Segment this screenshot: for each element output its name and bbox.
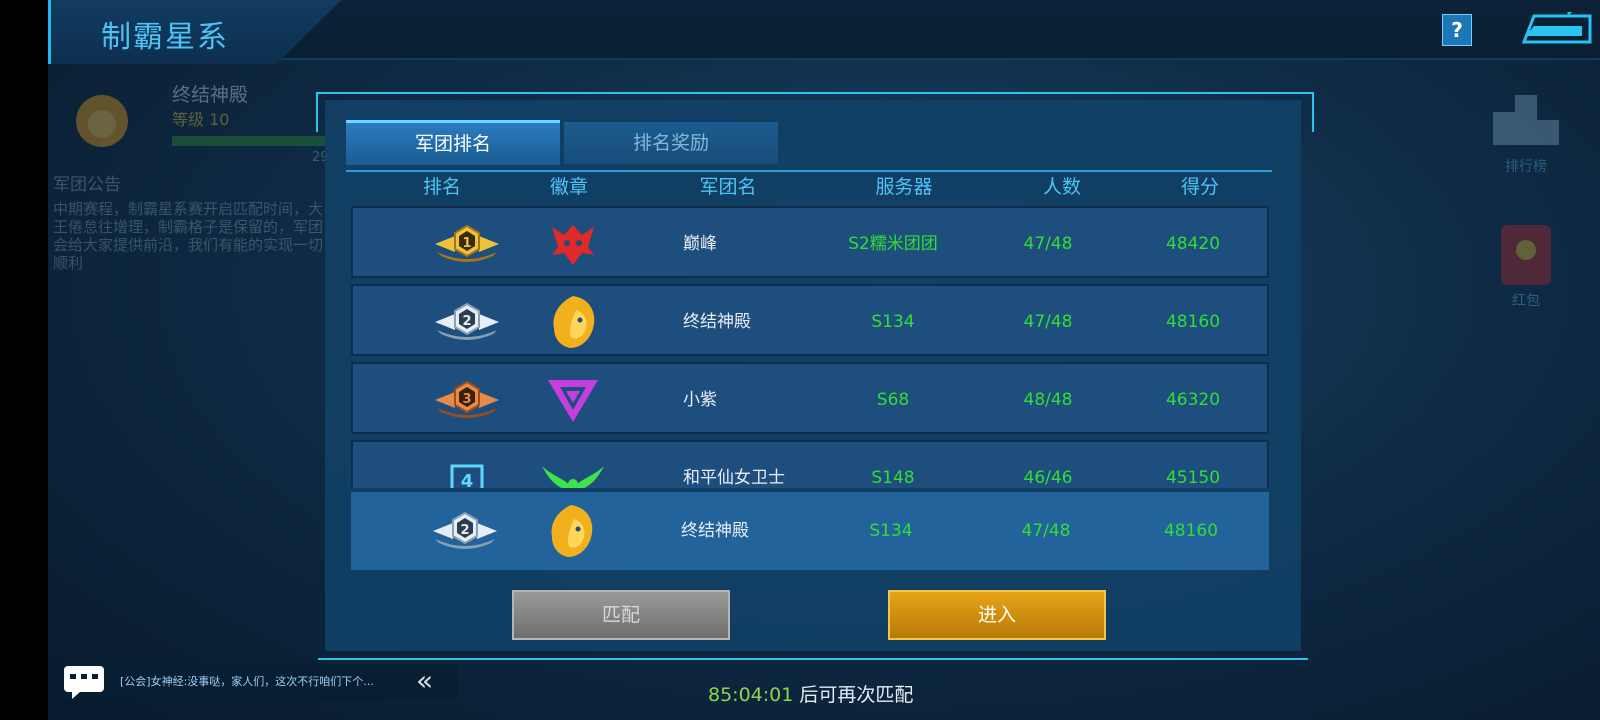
screen: 终结神殿 等级 10 29328/... 军团公告 中期赛程，制霸星系赛开启匹配… xyxy=(0,0,1600,720)
rank-badge-icon: 2 xyxy=(405,492,525,570)
game-viewport: 终结神殿 等级 10 29328/... 军团公告 中期赛程，制霸星系赛开启匹配… xyxy=(48,0,1600,720)
column-header-score: 得分 xyxy=(1180,176,1219,198)
gold-lion-icon xyxy=(553,296,595,348)
server-name: S134 xyxy=(871,312,915,332)
guild-level: 等级 10 xyxy=(172,110,230,129)
help-button[interactable]: ? xyxy=(1442,14,1472,46)
green-wings-icon xyxy=(542,466,604,488)
column-header-badge: 徽章 xyxy=(549,176,588,198)
guild-name: 终结神殿 xyxy=(172,84,249,106)
rank-badge-icon: 2 xyxy=(407,286,527,358)
match-cooldown: 85:04:01 后可再次匹配 xyxy=(708,680,913,707)
column-header-members: 人数 xyxy=(1042,176,1081,198)
ranking-row[interactable]: 1 巅峰 S2糯米团团 47/48 48420 xyxy=(351,206,1269,278)
notice-title: 军团公告 xyxy=(53,175,121,195)
purple-triangle-icon xyxy=(533,364,613,436)
server-name: S134 xyxy=(869,521,913,541)
member-count: 46/46 xyxy=(1023,468,1073,488)
member-count: 47/48 xyxy=(1023,312,1073,332)
member-count: 47/48 xyxy=(1021,521,1071,541)
server-name: S68 xyxy=(876,390,910,410)
chat-bubble-icon[interactable] xyxy=(62,664,108,700)
column-header-server: 服务器 xyxy=(875,176,933,198)
cooldown-time: 85:04:01 xyxy=(708,684,794,706)
ranking-row[interactable]: 3 小紫 S68 48/48 46320 xyxy=(351,362,1269,434)
member-count: 47/48 xyxy=(1023,234,1073,254)
red-demon-icon xyxy=(552,225,594,265)
guild-score: 46320 xyxy=(1165,390,1221,410)
rank-badge-icon: 4 xyxy=(450,464,484,488)
enter-button[interactable]: 进入 xyxy=(888,590,1106,640)
my-guild-row-content[interactable]: 2 终结神殿 S134 47/48 48160 xyxy=(351,492,1269,570)
match-button[interactable]: 匹配 xyxy=(512,590,730,640)
cooldown-text: 后可再次匹配 xyxy=(793,684,914,706)
column-header-rank: 排名 xyxy=(422,176,461,198)
rank-badge-icon: 2 xyxy=(433,511,497,549)
tab-guild-ranking[interactable]: 军团排名 xyxy=(346,120,560,165)
svg-text:2: 2 xyxy=(462,314,471,329)
my-guild-row: 2 终结神殿 S134 47/48 48160 xyxy=(351,492,1269,570)
gold-lion-icon xyxy=(531,492,611,570)
svg-text:4: 4 xyxy=(461,471,474,488)
member-count: 48/48 xyxy=(1023,390,1073,410)
server-name: S2糯米团团 xyxy=(848,234,938,254)
back-arrow-icon xyxy=(1521,4,1592,44)
green-wings-icon xyxy=(533,442,613,488)
chat-message: [公会]女神经:没事哒，家人们，这次不行咱们下个... xyxy=(120,675,374,688)
rank-badge-icon: 2 xyxy=(435,302,499,340)
page-title: 制霸星系 xyxy=(101,20,229,55)
guild-score: 48420 xyxy=(1165,234,1221,254)
red-demon-icon xyxy=(533,208,613,280)
chat-collapse-icon[interactable]: « xyxy=(416,666,433,696)
purple-triangle-icon xyxy=(548,380,598,422)
back-button[interactable] xyxy=(1521,4,1592,46)
ranking-row[interactable]: 4 和平仙女卫士 S148 46/46 45150 xyxy=(351,440,1269,488)
server-name: S148 xyxy=(871,468,915,488)
guild-score: 48160 xyxy=(1163,521,1219,541)
leaderboard-label: 排行榜 xyxy=(1505,159,1547,175)
rank-badge-icon: 3 xyxy=(407,364,527,436)
rank-badge-icon: 3 xyxy=(435,380,499,418)
gold-lion-icon xyxy=(551,505,593,557)
rank-badge-icon: 4 xyxy=(407,442,527,488)
rank-badge-icon: 1 xyxy=(435,224,499,262)
tab-ranking-rewards[interactable]: 排名奖励 xyxy=(564,122,778,164)
chat-bar[interactable]: [公会]女神经:没事哒，家人们，这次不行咱们下个... « xyxy=(62,664,458,700)
svg-text:1: 1 xyxy=(462,236,471,251)
guild-info-panel: 终结神殿 等级 10 29328/... xyxy=(72,78,422,168)
column-header-guild-name: 军团名 xyxy=(699,176,757,198)
podium-icon xyxy=(1493,95,1559,145)
svg-text:2: 2 xyxy=(460,523,469,538)
gold-lion-icon xyxy=(533,286,613,358)
svg-text:3: 3 xyxy=(462,392,471,407)
guild-score: 48160 xyxy=(1165,312,1221,332)
rank-badge-icon: 1 xyxy=(407,208,527,280)
modal-bottom-border xyxy=(318,658,1308,660)
guild-lion-emblem-icon xyxy=(76,95,128,147)
ranking-list[interactable]: 1 巅峰 S2糯米团团 47/48 48420 2 终结神殿 S134 47/48 48160 3 小… xyxy=(48,206,1600,488)
guild-score: 45150 xyxy=(1165,468,1221,488)
ranking-row[interactable]: 2 终结神殿 S134 47/48 48160 xyxy=(351,284,1269,356)
